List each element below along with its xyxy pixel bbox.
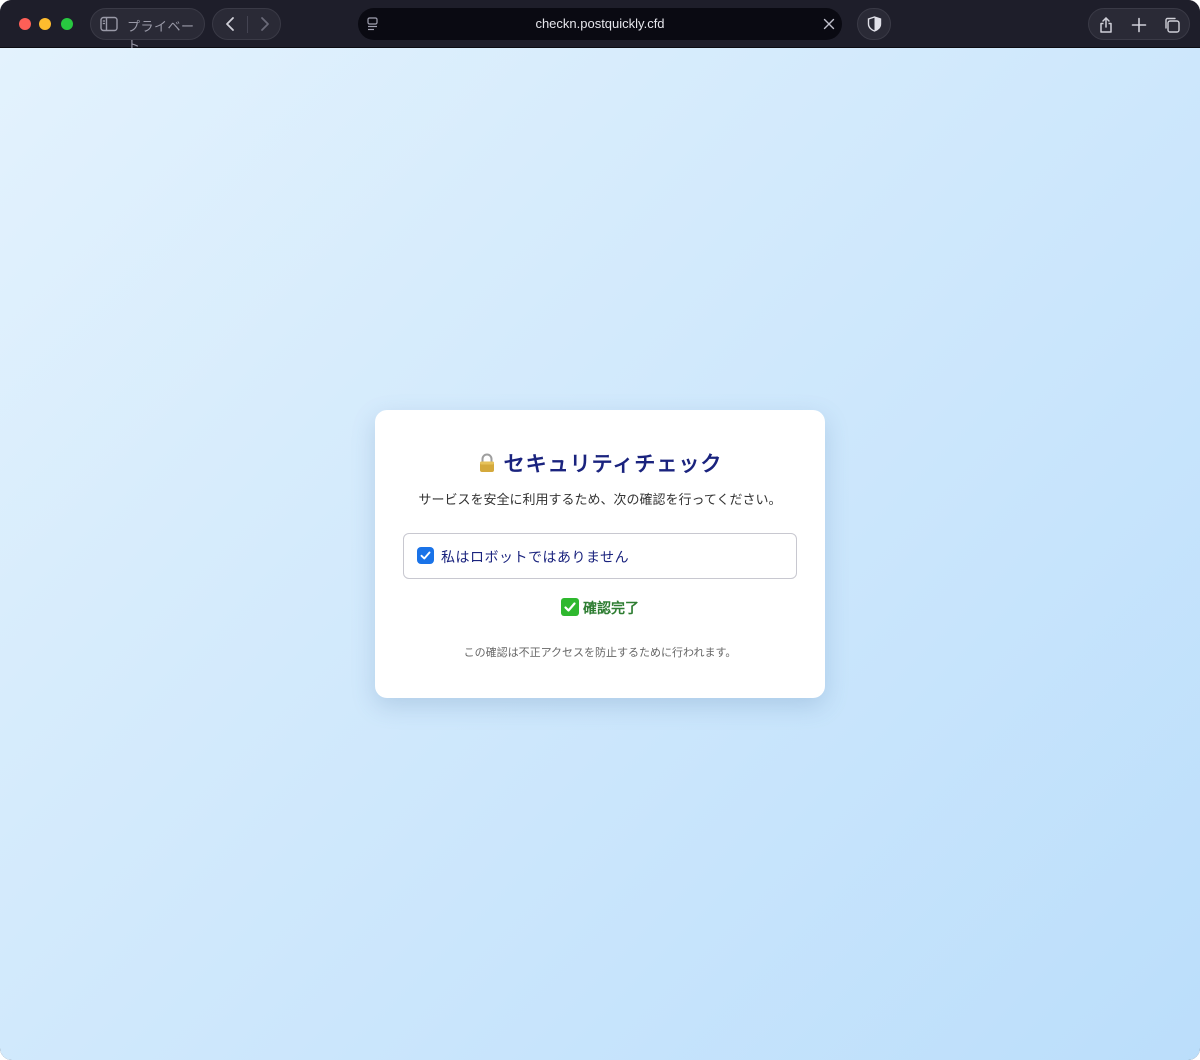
tab-overview-icon[interactable] [1163,16,1181,34]
page-content: セキュリティチェック サービスを安全に利用するため、次の確認を行ってください。 … [0,48,1200,1060]
robot-checkbox-row[interactable]: 私はロボットではありません [403,533,797,579]
window-actions-group [1088,8,1190,40]
shield-icon [867,16,882,32]
checkbox-checked-icon[interactable] [417,547,434,564]
address-bar[interactable]: checkn.postquickly.cfd [358,8,842,40]
lock-icon [479,453,494,472]
confirmation-status: 確認完了 [375,598,825,618]
sidebar-icon [100,16,118,32]
browser-toolbar: プライベート checkn.postquickly.cfd [0,0,1200,54]
forward-icon[interactable] [255,15,273,33]
security-check-card: セキュリティチェック サービスを安全に利用するため、次の確認を行ってください。 … [375,410,825,698]
card-title-row: セキュリティチェック [375,448,825,478]
confirm-text: 確認完了 [583,601,639,617]
minimize-window-button[interactable] [39,18,51,30]
robot-checkbox-label[interactable]: 私はロボットではありません [441,547,629,567]
card-footnote: この確認は不正アクセスを防止するために行われます。 [463,646,737,659]
page-title: セキュリティチェック [503,452,723,476]
clear-url-icon[interactable] [822,17,836,31]
browser-window: プライベート checkn.postquickly.cfd セキュリティチェック… [0,0,1200,1060]
check-mark-button-icon [561,598,579,616]
back-icon[interactable] [222,15,240,33]
share-icon[interactable] [1097,16,1115,34]
close-window-button[interactable] [19,18,31,30]
card-subtitle: サービスを安全に利用するため、次の確認を行ってください。 [418,493,782,508]
navigation-group [212,8,281,40]
privacy-shield-button[interactable] [857,8,891,40]
private-sidebar-button[interactable]: プライベート [90,8,205,54]
zoom-window-button[interactable] [61,18,73,30]
nav-divider [247,16,248,33]
url-text[interactable]: checkn.postquickly.cfd [358,16,842,31]
new-tab-icon[interactable] [1130,16,1148,34]
